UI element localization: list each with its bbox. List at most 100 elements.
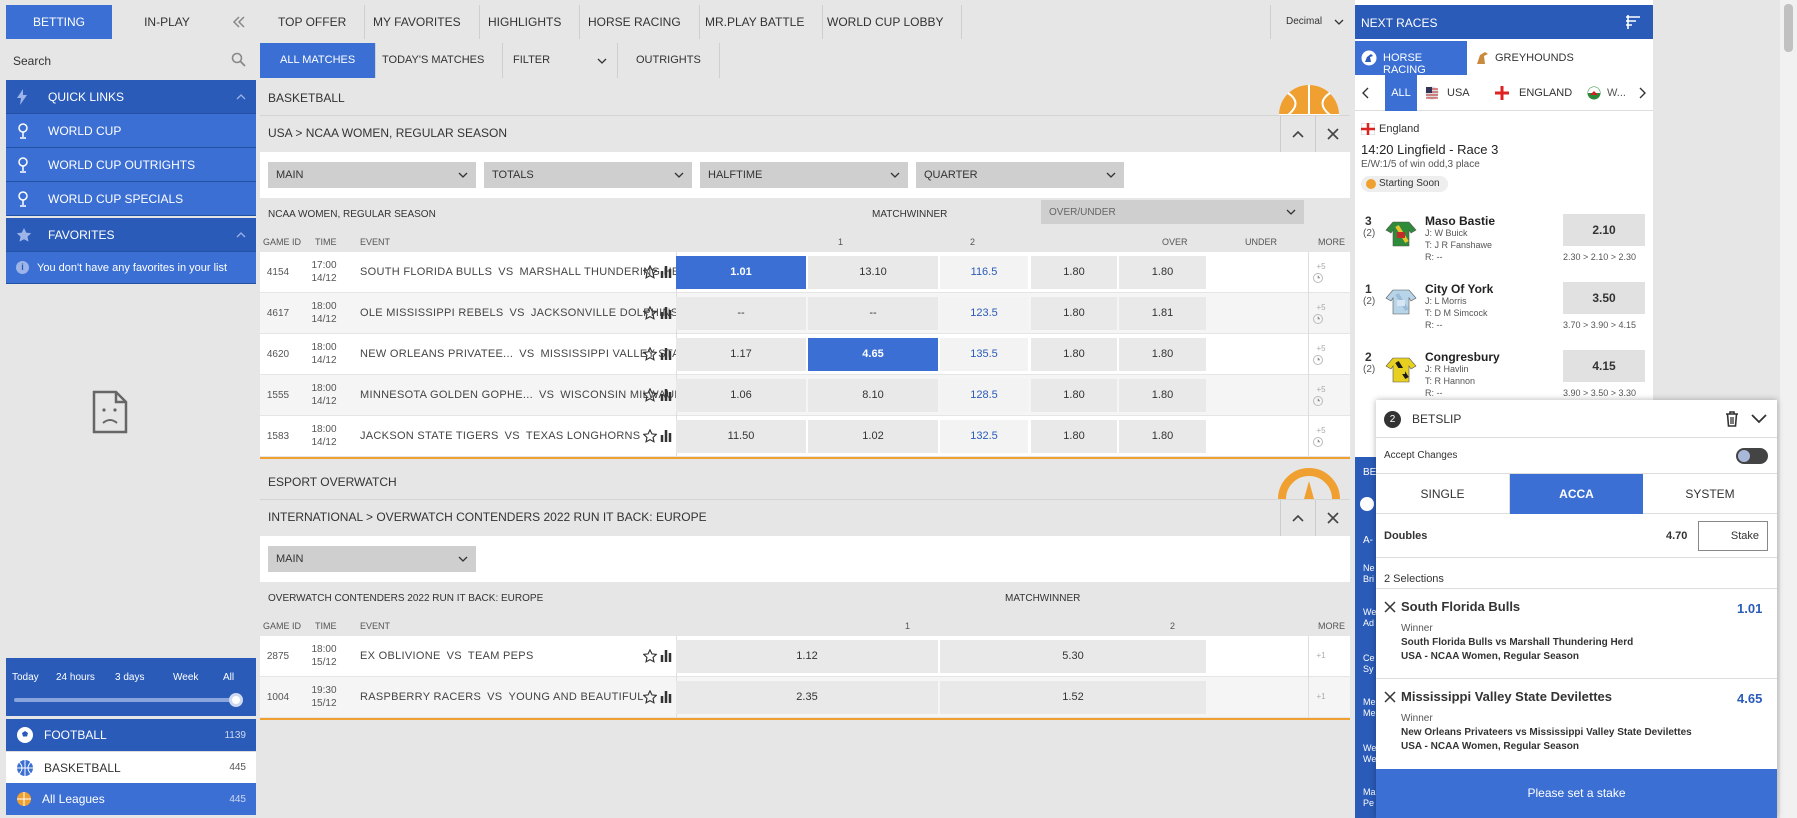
event-name[interactable]: RASPBERRY RACERS VS YOUNG AND BEAUTIFUL xyxy=(360,691,644,703)
more-markets[interactable]: +5 xyxy=(1312,385,1330,407)
chevron-down-icon[interactable] xyxy=(1751,414,1767,424)
close-section-icon[interactable] xyxy=(1315,116,1350,153)
odds-home[interactable]: 1.01 xyxy=(676,256,806,289)
remove-selection-icon[interactable] xyxy=(1384,691,1396,703)
odds-over[interactable]: 1.80 xyxy=(1031,338,1117,371)
nav-horse-racing[interactable]: HORSE RACING xyxy=(570,5,700,39)
odds-home[interactable]: -- xyxy=(676,297,806,330)
more-markets[interactable]: +5 xyxy=(1312,303,1330,325)
odds-away[interactable]: 1.02 xyxy=(808,420,938,453)
odds-under[interactable]: 1.80 xyxy=(1119,420,1206,453)
odds-away[interactable]: 13.10 xyxy=(808,256,938,289)
nav-highlights[interactable]: HIGHLIGHTS xyxy=(470,5,581,39)
region-usa[interactable]: USA xyxy=(1447,87,1470,99)
league-all[interactable]: All Leagues 445 xyxy=(6,783,256,815)
odds-away[interactable]: 4.65 xyxy=(808,338,938,371)
time-filter-today[interactable]: Today xyxy=(12,672,39,683)
quick-links-header[interactable]: QUICK LINKS xyxy=(6,80,256,114)
tab-betting[interactable]: BETTING xyxy=(6,5,112,39)
quick-link-world-cup[interactable]: WORLD CUP xyxy=(6,114,256,148)
market-main[interactable]: MAIN xyxy=(268,546,476,572)
market-main[interactable]: MAIN xyxy=(268,162,476,188)
star-icon[interactable] xyxy=(643,649,657,663)
odds-away[interactable]: 8.10 xyxy=(808,379,938,412)
star-icon[interactable] xyxy=(643,429,657,443)
close-section-icon[interactable] xyxy=(1315,500,1350,537)
more-markets[interactable]: +5 xyxy=(1312,426,1330,448)
odds-away[interactable]: 1.52 xyxy=(940,681,1206,714)
sort-icon[interactable] xyxy=(1625,14,1641,30)
odds-over[interactable]: 1.80 xyxy=(1031,297,1117,330)
stats-icon[interactable] xyxy=(660,388,673,401)
stats-icon[interactable] xyxy=(660,265,673,278)
race-title[interactable]: 14:20 Lingfield - Race 3 xyxy=(1361,142,1498,157)
event-name[interactable]: OLE MISSISSIPPI REBELS VS JACKSONVILLE DOL… xyxy=(360,307,678,319)
more-markets[interactable]: +1 xyxy=(1312,692,1330,702)
stats-icon[interactable] xyxy=(660,690,673,703)
remove-selection-icon[interactable] xyxy=(1384,601,1396,613)
odds-away[interactable]: -- xyxy=(808,297,938,330)
odds-home[interactable]: 1.06 xyxy=(676,379,806,412)
more-markets[interactable]: +1 xyxy=(1312,651,1330,661)
odds-format-select[interactable]: Decimal xyxy=(1270,5,1350,39)
nav-top-offer[interactable]: TOP OFFER xyxy=(260,5,366,39)
nav-world-cup-lobby[interactable]: WORLD CUP LOBBY xyxy=(809,5,963,39)
subtab-filter[interactable]: FILTER xyxy=(495,43,618,78)
star-icon[interactable] xyxy=(643,306,657,320)
time-filter-all[interactable]: All xyxy=(223,672,234,683)
nav-mr-play-battle[interactable]: MR.PLAY BATTLE xyxy=(687,5,824,39)
search-icon[interactable] xyxy=(231,52,246,67)
runner-price[interactable]: 4.15 xyxy=(1563,350,1645,382)
stats-icon[interactable] xyxy=(660,306,673,319)
page-scrollbar[interactable] xyxy=(1780,0,1797,818)
time-filter-week[interactable]: Week xyxy=(173,672,198,683)
more-markets[interactable]: +5 xyxy=(1312,344,1330,366)
tab-greyhounds[interactable]: GREYHOUNDS xyxy=(1467,41,1587,75)
chevron-right-icon[interactable] xyxy=(1639,87,1647,99)
chevron-left-icon[interactable] xyxy=(1361,87,1369,99)
time-slider-track[interactable] xyxy=(14,698,242,702)
nav-my-favorites[interactable]: MY FAVORITES xyxy=(355,5,480,39)
stats-icon[interactable] xyxy=(660,347,673,360)
odds-home[interactable]: 2.35 xyxy=(676,681,938,714)
odds-under[interactable]: 1.81 xyxy=(1119,297,1206,330)
odds-home[interactable]: 1.12 xyxy=(676,640,938,673)
subtab-outrights[interactable]: OUTRIGHTS xyxy=(618,43,720,78)
sport-basketball[interactable]: BASKETBALL 445 xyxy=(6,751,256,783)
odds-over[interactable]: 1.80 xyxy=(1031,420,1117,453)
tab-system[interactable]: SYSTEM xyxy=(1643,474,1777,514)
search-input[interactable]: Search xyxy=(13,54,51,68)
odds-away[interactable]: 5.30 xyxy=(940,640,1206,673)
region-wales[interactable]: W... xyxy=(1607,87,1626,99)
subtab-todays-matches[interactable]: TODAY'S MATCHES xyxy=(364,43,504,78)
runner-price[interactable]: 3.50 xyxy=(1563,282,1645,314)
tab-single[interactable]: SINGLE xyxy=(1376,474,1510,514)
market-quarter[interactable]: QUARTER xyxy=(916,162,1124,188)
subtab-all-matches[interactable]: ALL MATCHES xyxy=(260,43,377,78)
odds-over[interactable]: 1.80 xyxy=(1031,256,1117,289)
star-icon[interactable] xyxy=(643,265,657,279)
market-totals[interactable]: TOTALS xyxy=(484,162,692,188)
tab-acca[interactable]: ACCA xyxy=(1510,474,1643,514)
chevron-up-icon[interactable] xyxy=(236,93,246,100)
odds-under[interactable]: 1.80 xyxy=(1119,379,1206,412)
collapse-section-icon[interactable] xyxy=(1280,116,1315,153)
over-under-select[interactable]: OVER/UNDER xyxy=(1041,200,1304,224)
runner-price[interactable]: 2.10 xyxy=(1563,214,1645,246)
trash-icon[interactable] xyxy=(1725,411,1739,427)
time-filter-3days[interactable]: 3 days xyxy=(115,672,144,683)
event-name[interactable]: JACKSON STATE TIGERS VS TEXAS LONGHORNS xyxy=(360,430,640,442)
odds-under[interactable]: 1.80 xyxy=(1119,338,1206,371)
betslip-header[interactable]: 2 BETSLIP xyxy=(1376,400,1777,438)
odds-home[interactable]: 1.17 xyxy=(676,338,806,371)
stats-icon[interactable] xyxy=(660,649,673,662)
odds-under[interactable]: 1.80 xyxy=(1119,256,1206,289)
star-icon[interactable] xyxy=(643,388,657,402)
time-slider-handle[interactable] xyxy=(229,693,243,707)
odds-home[interactable]: 11.50 xyxy=(676,420,806,453)
more-markets[interactable]: +5 xyxy=(1312,262,1330,284)
collapse-section-icon[interactable] xyxy=(1280,500,1315,537)
market-halftime[interactable]: HALFTIME xyxy=(700,162,908,188)
favorites-header[interactable]: FAVORITES xyxy=(6,218,256,252)
search-box[interactable]: Search xyxy=(6,43,256,77)
